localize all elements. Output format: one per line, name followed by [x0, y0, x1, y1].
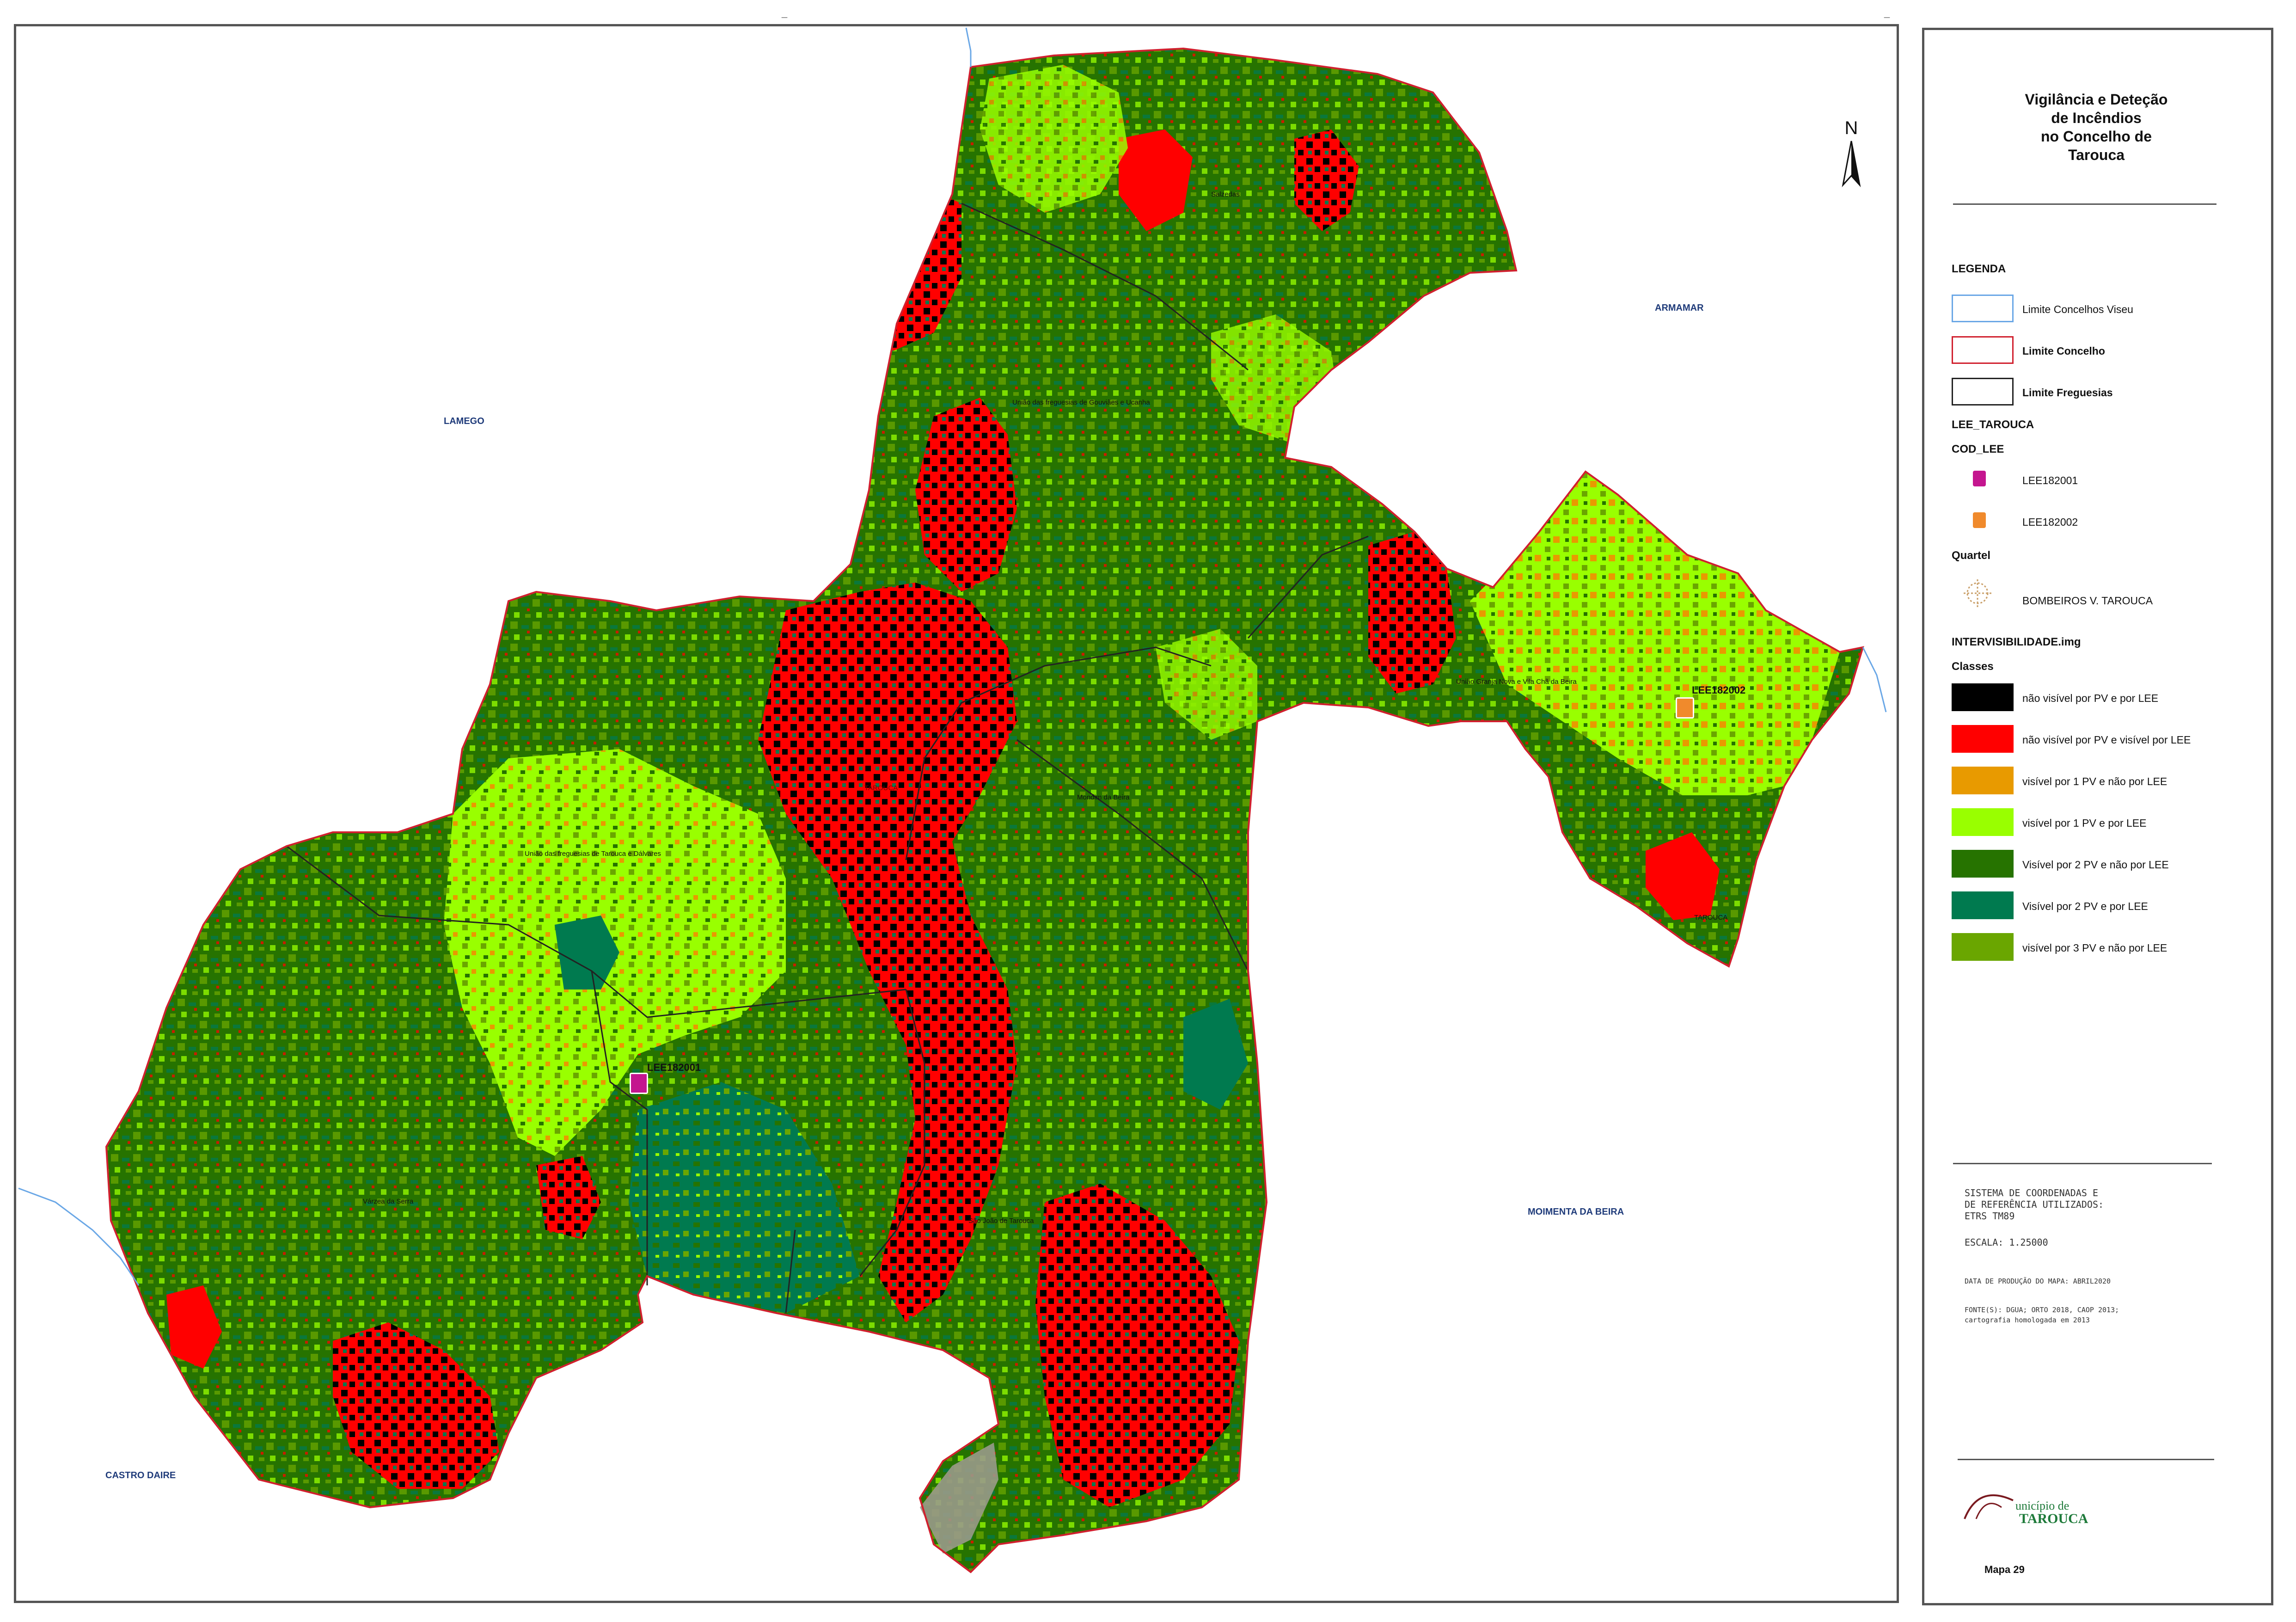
legend-label-concelho: Limite Concelho [2022, 345, 2105, 357]
legend-label-freguesias: Limite Freguesias [2022, 387, 2113, 399]
label-armamar: ARMAMAR [1655, 303, 1704, 313]
legend-lee182001-icon [1973, 471, 1986, 486]
legend-swatch-concelho [1952, 336, 2014, 364]
north-arrow-icon: N [1842, 118, 1861, 187]
legend-class-label-0: não visível por PV e por LEE [2022, 692, 2159, 704]
label-lamego: LAMEGO [444, 416, 484, 426]
legend-class-label-1: não visível por PV e visível por LEE [2022, 734, 2191, 746]
sources-line-1: FONTE(S): DGUA; ORTO 2018, CAOP 2013; [1965, 1306, 2119, 1314]
scale-text: ESCALA: 1.25000 [1965, 1237, 2048, 1248]
legend-heading: LEGENDA [1952, 263, 2006, 275]
crs-line-3: ETRS TM89 [1965, 1210, 2015, 1222]
legend-lee182002-icon [1973, 512, 1986, 528]
legend-class-swatch-2 [1952, 767, 2014, 794]
frame-tick-top-2: — [1884, 14, 1890, 21]
lee182001-marker-icon[interactable] [630, 1073, 648, 1094]
logo-rule [1958, 1459, 2214, 1460]
legend-lee-layer: LEE_TAROUCA [1952, 418, 2034, 431]
legend-class-label-5: Visível por 2 PV e por LEE [2022, 900, 2148, 912]
map-title: Vigilância e Deteção de Incêndios no Con… [1935, 90, 2258, 164]
north-arrow-letter: N [1845, 118, 1858, 138]
legend-class-label-6: visível por 3 PV e não por LEE [2022, 942, 2167, 954]
parish-sjoao: São João de Tarouca [968, 1217, 1034, 1225]
legend-class-swatch-5 [1952, 891, 2014, 919]
legend-class-swatch-0 [1952, 683, 2014, 711]
title-line-2: de Incêndios [2051, 110, 2142, 126]
legend-raster-heading: INTERVISIBILIDADE.img [1952, 636, 2081, 648]
legend-class-label-3: visível por 1 PV e por LEE [2022, 817, 2147, 829]
parish-tarouca-town: TAROUCA [864, 784, 898, 792]
parish-mondim: Mondim da Beira [1077, 793, 1130, 801]
label-castro-daire: CASTRO DAIRE [105, 1470, 176, 1481]
frame-tick-top-1: — [781, 14, 788, 21]
sources-block: FONTE(S): DGUA; ORTO 2018, CAOP 2013; ca… [1965, 1305, 2119, 1325]
legend-class-label-2: visível por 1 PV e não por LEE [2022, 775, 2167, 787]
parish-gouviaes-ucanha: União das freguesias de Gouviães e Ucanh… [1012, 399, 1150, 406]
lee182001-label: LEE182001 [647, 1062, 701, 1073]
title-line-1: Vigilância e Deteção [2025, 91, 2168, 108]
lee182002-marker-icon[interactable] [1676, 697, 1694, 719]
production-date: DATA DE PRODUÇÃO DO MAPA: ABRIL2020 [1965, 1277, 2111, 1285]
map-number: Mapa 29 [1984, 1564, 2025, 1575]
legend-class-swatch-6 [1952, 933, 2014, 961]
legend-class-swatch-4 [1952, 850, 2014, 878]
parish-varzea: Várzea da Serra [363, 1198, 414, 1205]
legend-swatch-freguesias [1952, 378, 2014, 406]
parish-salzedas: Salzedas [1211, 190, 1240, 198]
legend-class-label-4: Visível por 2 PV e não por LEE [2022, 859, 2169, 871]
crs-block: SISTEMA DE COORDENADAS E DE REFERÊNCIA U… [1965, 1187, 2104, 1222]
map-canvas[interactable] [16, 26, 1897, 1601]
metadata-rule [1953, 1163, 2212, 1164]
title-rule [1953, 203, 2216, 205]
municipio-logo-icon [1964, 1494, 2014, 1519]
legend-label-lee182002: LEE182002 [2022, 516, 2078, 528]
legend-label-lee182001: LEE182001 [2022, 474, 2078, 486]
label-moimenta: MOIMENTA DA BEIRA [1528, 1207, 1624, 1217]
legend-quartel-heading: Quartel [1952, 549, 1991, 562]
lee182002-label: LEE182002 [1692, 684, 1746, 696]
legend-quartel-icon [1964, 579, 1991, 607]
crs-line-2: DE REFERÊNCIA UTILIZADOS: [1965, 1199, 2104, 1210]
legend-cod-lee: COD_LEE [1952, 443, 2004, 455]
legend-label-quartel: BOMBEIROS V. TAROUCA [2022, 595, 2153, 607]
parish-tarouca-dalvares: União das freguesias de Tarouca e Dálvar… [525, 850, 661, 858]
crs-line-1: SISTEMA DE COORDENADAS E [1965, 1187, 2098, 1198]
legend-class-swatch-1 [1952, 725, 2014, 753]
parish-tarouca-east: TAROUCA [1694, 914, 1728, 922]
title-line-3: no Concelho de [2041, 128, 2152, 145]
legend-classes-heading: Classes [1952, 660, 1994, 673]
legend-class-swatch-3 [1952, 808, 2014, 836]
legend-swatch-viseu [1952, 295, 2014, 322]
legend-label-viseu: Limite Concelhos Viseu [2022, 303, 2133, 315]
title-line-4: Tarouca [2068, 147, 2125, 163]
parish-granja-nova: União Granja Nova e Vila Chã da Beira [1456, 678, 1577, 686]
logo-text-line2: TAROUCA [2019, 1511, 2088, 1526]
sources-line-2: cartografia homologada em 2013 [1965, 1316, 2090, 1324]
